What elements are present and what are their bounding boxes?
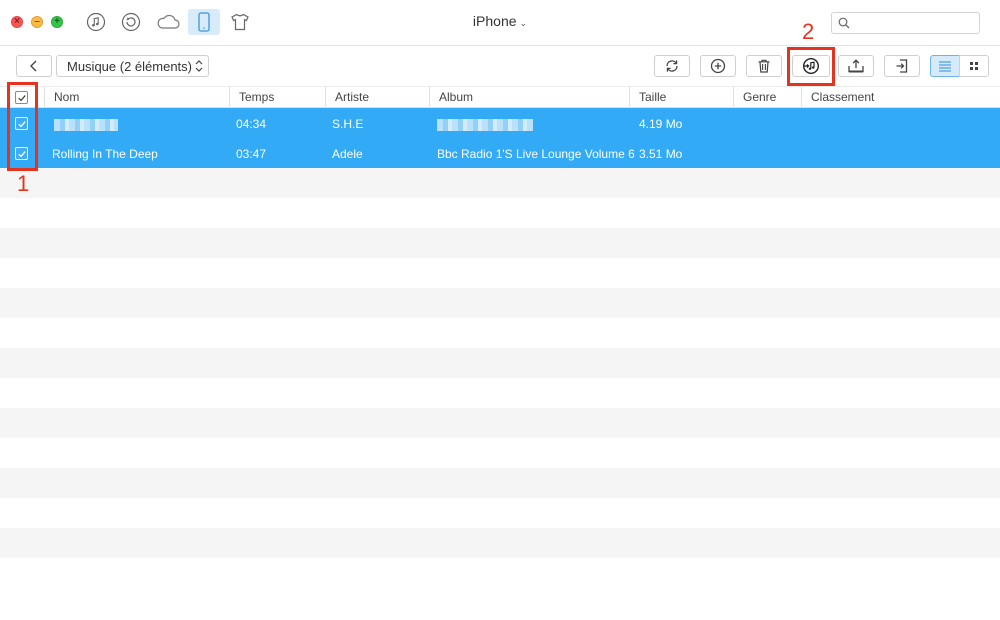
add-button[interactable]: [700, 55, 736, 77]
list-view-icon: [939, 61, 951, 72]
empty-row: [0, 558, 1000, 588]
grid-view-icon: [970, 62, 978, 70]
column-header-size[interactable]: Taille: [629, 87, 733, 108]
empty-row: [0, 168, 1000, 198]
track-name: Rolling In The Deep: [52, 147, 158, 161]
to-device-icon: [896, 59, 908, 73]
empty-row: [0, 288, 1000, 318]
empty-row: [0, 318, 1000, 348]
empty-row: [0, 348, 1000, 378]
empty-row: [0, 498, 1000, 528]
iphone-icon[interactable]: [188, 9, 220, 35]
track-artist: Adele: [332, 147, 363, 161]
window-title[interactable]: iPhone ⌄: [440, 13, 560, 29]
table-row[interactable]: 04:34 S.H.E 4.19 Mo: [0, 108, 1000, 138]
column-header-artist[interactable]: Artiste: [325, 87, 429, 108]
refresh-icon: [666, 60, 678, 72]
category-select[interactable]: Musique (2 éléments): [56, 55, 209, 77]
empty-row: [0, 198, 1000, 228]
track-time: 04:34: [236, 117, 267, 131]
device-name: iPhone: [472, 13, 517, 29]
back-button[interactable]: [16, 55, 52, 77]
updown-arrows-icon: [195, 60, 203, 72]
list-view-button[interactable]: [930, 55, 960, 77]
delete-icon: [758, 59, 770, 73]
empty-row: [0, 258, 1000, 288]
empty-row: [0, 228, 1000, 258]
minimize-window-button[interactable]: –: [31, 16, 43, 28]
empty-row: [0, 468, 1000, 498]
annotation-box-checkboxes: [7, 82, 38, 171]
add-icon: [710, 58, 726, 74]
category-select-label: Musique (2 éléments): [67, 58, 192, 74]
chevron-down-icon: ⌄: [519, 18, 528, 28]
blurred-track-album: [437, 119, 533, 131]
annotation-number-2: 2: [802, 19, 815, 44]
column-header-name[interactable]: Nom: [44, 87, 229, 108]
music-note-icon[interactable]: [81, 9, 111, 35]
track-size: 3.51 Mo: [639, 147, 683, 161]
track-size: 4.19 Mo: [639, 117, 683, 131]
maximize-window-button[interactable]: +: [51, 16, 63, 28]
close-window-button[interactable]: ×: [11, 16, 23, 28]
cloud-icon[interactable]: [153, 9, 183, 35]
export-to-computer-button[interactable]: [838, 55, 874, 77]
history-icon[interactable]: [116, 9, 146, 35]
tshirt-icon[interactable]: [225, 9, 255, 35]
chevron-left-icon: [30, 60, 37, 72]
send-to-device-button[interactable]: [884, 55, 920, 77]
refresh-button[interactable]: [654, 55, 690, 77]
empty-row: [0, 528, 1000, 558]
to-computer-icon: [848, 59, 864, 73]
empty-row: [0, 378, 1000, 408]
track-album: Bbc Radio 1'S Live Lounge Volume 6: [437, 147, 635, 161]
annotation-number-1: 1: [17, 171, 30, 196]
column-header-time[interactable]: Temps: [229, 87, 325, 108]
search-icon: [838, 17, 850, 29]
title-bar: × – + iPhone ⌄: [0, 0, 1000, 46]
column-header-album[interactable]: Album: [429, 87, 629, 108]
track-time: 03:47: [236, 147, 267, 161]
search-input[interactable]: [852, 15, 974, 31]
track-artist: S.H.E: [332, 117, 364, 131]
column-header-genre[interactable]: Genre: [733, 87, 801, 108]
track-list: 04:34 S.H.E 4.19 Mo Rolling In The Deep …: [0, 108, 1000, 588]
grid-view-button[interactable]: [959, 55, 989, 77]
table-row[interactable]: Rolling In The Deep 03:47 Adele Bbc Radi…: [0, 138, 1000, 168]
search-box[interactable]: [831, 12, 980, 34]
empty-row: [0, 408, 1000, 438]
empty-row: [0, 438, 1000, 468]
column-header-rating[interactable]: Classement: [801, 87, 1000, 108]
toolbar: Musique (2 éléments): [0, 46, 1000, 86]
delete-button[interactable]: [746, 55, 782, 77]
annotation-box-itunes: [787, 47, 835, 86]
table-header: Nom Temps Artiste Album Taille Genre Cla…: [0, 86, 1000, 108]
blurred-track-name: [54, 119, 118, 131]
